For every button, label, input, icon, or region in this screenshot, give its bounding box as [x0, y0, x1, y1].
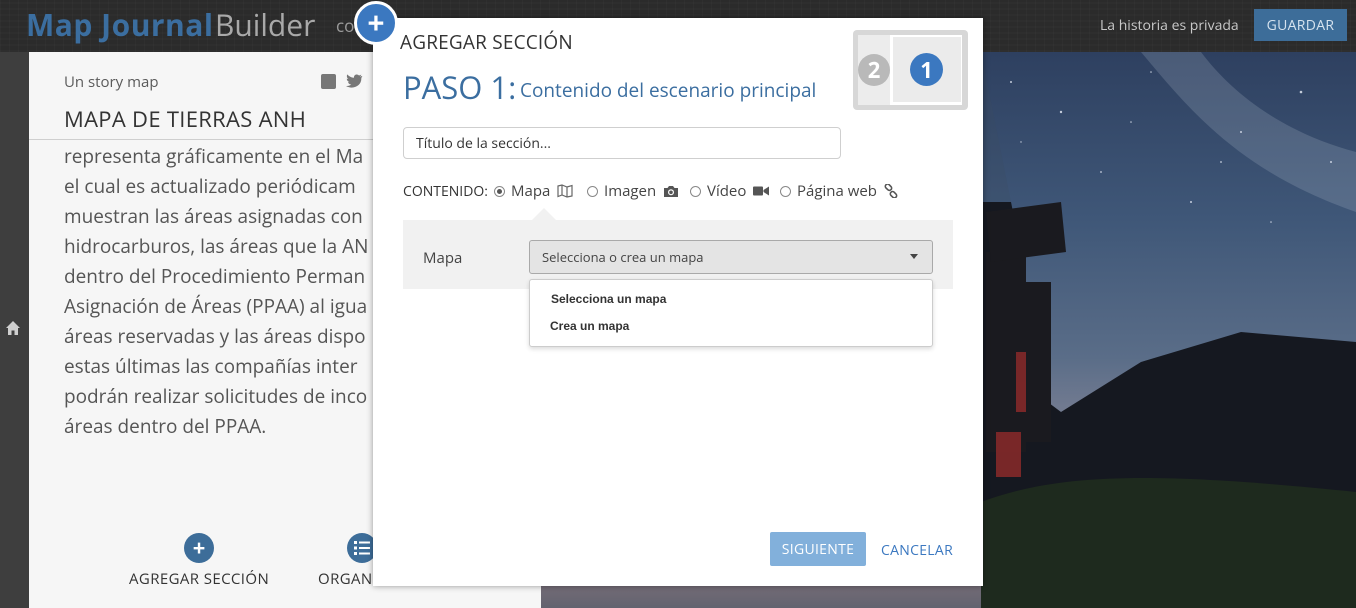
step-number: PASO 1: [403, 67, 517, 109]
step-1-badge: 1 [910, 53, 943, 86]
map-dropdown-menu [529, 279, 933, 347]
radio-unselected[interactable] [587, 185, 598, 197]
plus-icon: + [354, 1, 398, 45]
add-section-plus-icon[interactable]: + [184, 533, 214, 563]
link-icon [884, 184, 898, 198]
content-option-map[interactable]: Mapa [494, 181, 573, 201]
story-body-text: representa gráficamente en el Ma el cual… [64, 141, 404, 441]
body-line: hidrocarburos, las áreas que la AN [64, 233, 369, 259]
option-label: Mapa [511, 181, 551, 201]
body-line: áreas dentro del PPAA. [64, 413, 267, 439]
dialog-title: AGREGAR SECCIÓN [400, 29, 573, 55]
option-label: Vídeo [707, 181, 747, 201]
body-line: podrán realizar solicitudes de inco [64, 383, 368, 409]
body-line: estas últimas las compañías inter [64, 353, 358, 379]
privacy-status[interactable]: La historia es privada [1100, 16, 1239, 35]
next-button[interactable]: SIGUIENTE [770, 532, 866, 566]
body-line: dentro del Procedimiento Perman [64, 263, 366, 289]
app-title-secondary: Builder [215, 4, 316, 45]
option-label: Página web [797, 181, 877, 201]
body-line: el cual es actualizado periódicam [64, 173, 356, 199]
story-type-label: Un story map [64, 72, 159, 92]
story-title[interactable]: MAPA DE TIERRAS ANH [64, 104, 306, 134]
radio-unselected[interactable] [780, 185, 791, 197]
map-field-label: Mapa [423, 248, 463, 268]
radio-unselected[interactable] [690, 185, 701, 197]
facebook-icon[interactable] [321, 74, 336, 89]
content-option-webpage[interactable]: Página web [780, 181, 898, 201]
organize-button[interactable]: ORGAN [318, 569, 373, 589]
body-line: representa gráficamente en el Ma [64, 143, 364, 169]
cancel-button[interactable]: CANCELAR [881, 541, 953, 560]
content-label: CONTENIDO: [403, 182, 488, 201]
body-line: áreas reservadas y las áreas dispo [64, 323, 366, 349]
map-select-value: Selecciona o crea un mapa [542, 248, 704, 266]
option-label: Imagen [604, 181, 657, 201]
dropdown-option-select-map[interactable]: Selecciona un mapa [551, 292, 666, 306]
body-line: Asignación de Áreas (PPAA) al igua [64, 293, 368, 319]
content-option-image[interactable]: Imagen [587, 181, 679, 201]
section-title-input[interactable] [403, 127, 841, 159]
step-description: Contenido del escenario principal [520, 77, 817, 103]
radio-selected[interactable] [494, 185, 505, 197]
content-option-video[interactable]: Vídeo [690, 181, 770, 201]
body-line: muestran las áreas asignadas con [64, 203, 363, 229]
map-icon [557, 184, 573, 198]
add-section-button[interactable]: AGREGAR SECCIÓN [129, 569, 269, 589]
twitter-icon[interactable] [346, 74, 363, 89]
video-camera-icon [753, 186, 770, 196]
app-title-main: Map Journal [26, 4, 214, 45]
map-select-dropdown[interactable]: Selecciona o crea un mapa [529, 240, 933, 274]
panel-pointer [532, 208, 556, 220]
camera-icon [664, 185, 679, 197]
step-2-badge: 2 [858, 54, 890, 86]
caret-down-icon[interactable] [910, 254, 918, 259]
dropdown-option-create-map[interactable]: Crea un mapa [550, 319, 629, 333]
home-icon[interactable] [5, 320, 21, 336]
app-title-suffix: co [336, 14, 355, 37]
save-button[interactable]: GUARDAR [1254, 9, 1347, 41]
